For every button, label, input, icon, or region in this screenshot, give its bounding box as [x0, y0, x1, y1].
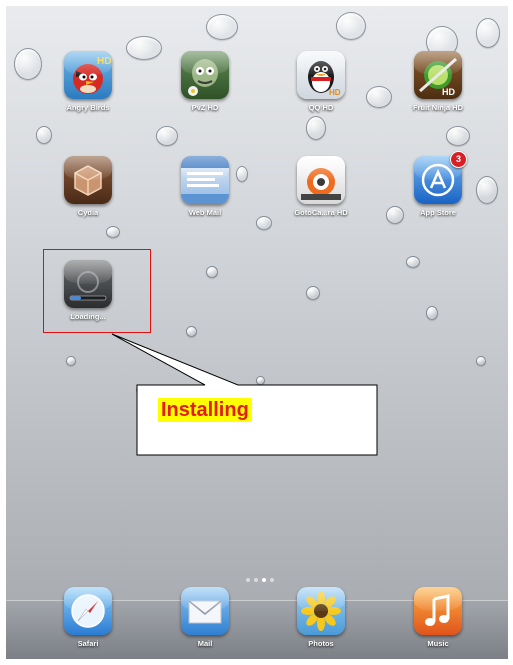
water-drop — [256, 376, 265, 385]
water-drop — [14, 48, 42, 80]
water-drop — [446, 126, 470, 146]
app-fruit-ninja-hd[interactable]: HD Fruit Ninja HD — [393, 51, 483, 112]
sunflower-icon — [297, 587, 345, 635]
angry-birds-icon: HD — [64, 51, 112, 99]
water-drop — [476, 18, 500, 48]
water-drop — [306, 286, 320, 300]
notification-badge: 3 — [450, 151, 467, 168]
callout-label: Installing — [158, 398, 252, 422]
water-drop — [136, 386, 144, 394]
water-drop — [36, 126, 52, 144]
dock-app-photos[interactable]: Photos — [276, 587, 366, 648]
water-drop — [156, 126, 178, 146]
web-mail-icon — [181, 156, 229, 204]
svg-text:HD: HD — [442, 87, 455, 97]
zombie-icon — [181, 51, 229, 99]
page-dot — [262, 578, 266, 582]
page-dot — [270, 578, 274, 582]
dock-app-safari[interactable]: Safari — [43, 587, 133, 648]
compass-icon — [64, 587, 112, 635]
app-pvz-hd[interactable]: PvZ HD — [160, 51, 250, 112]
app-label: App Store — [420, 208, 456, 217]
water-drop — [426, 306, 438, 320]
app-label: Mail — [197, 639, 213, 648]
app-label: Music — [427, 639, 449, 648]
app-qq-hd[interactable]: HD QQ HD — [276, 51, 366, 112]
water-drop — [406, 256, 420, 268]
penguin-icon: HD — [297, 51, 345, 99]
water-drop — [186, 326, 197, 337]
app-cydia[interactable]: Cydia — [43, 156, 133, 217]
water-drop — [106, 226, 120, 238]
app-label: Safari — [77, 639, 99, 648]
fruit-ninja-icon: HD — [414, 51, 462, 99]
dock-app-music[interactable]: Music — [393, 587, 483, 648]
svg-text:HD: HD — [329, 88, 341, 97]
highlight-box — [43, 249, 151, 333]
water-drop — [336, 12, 366, 40]
app-web-mail[interactable]: Web Mail — [160, 156, 250, 217]
water-drop — [66, 356, 76, 366]
page-dot — [246, 578, 250, 582]
app-label: Photos — [308, 639, 334, 648]
water-drop — [366, 86, 392, 108]
app-app-store[interactable]: 3 App Store — [393, 151, 483, 217]
water-drop — [306, 116, 326, 140]
water-drop — [206, 266, 218, 278]
app-label: PvZ HD — [191, 103, 219, 112]
app-angry-birds[interactable]: HD Angry Birds — [43, 51, 133, 112]
app-label: Cydia — [77, 208, 99, 217]
page-dot — [254, 578, 258, 582]
water-drop — [206, 14, 238, 40]
envelope-icon — [181, 587, 229, 635]
dock-app-mail[interactable]: Mail — [160, 587, 250, 648]
app-label: Web Mail — [188, 208, 222, 217]
page-indicator[interactable] — [244, 569, 276, 587]
app-gotocamera-hd[interactable]: GotoCa...ra HD — [276, 156, 366, 217]
cydia-box-icon — [64, 156, 112, 204]
camera-icon — [297, 156, 345, 204]
app-label: GotoCa...ra HD — [294, 208, 348, 217]
app-label: Angry Birds — [66, 103, 110, 112]
app-label: Fruit Ninja HD — [413, 103, 463, 112]
music-note-icon — [414, 587, 462, 635]
app-label: QQ HD — [308, 103, 334, 112]
water-drop — [256, 216, 272, 230]
water-drop — [476, 356, 486, 366]
dock: Safari Mail Photos Music — [6, 587, 508, 659]
